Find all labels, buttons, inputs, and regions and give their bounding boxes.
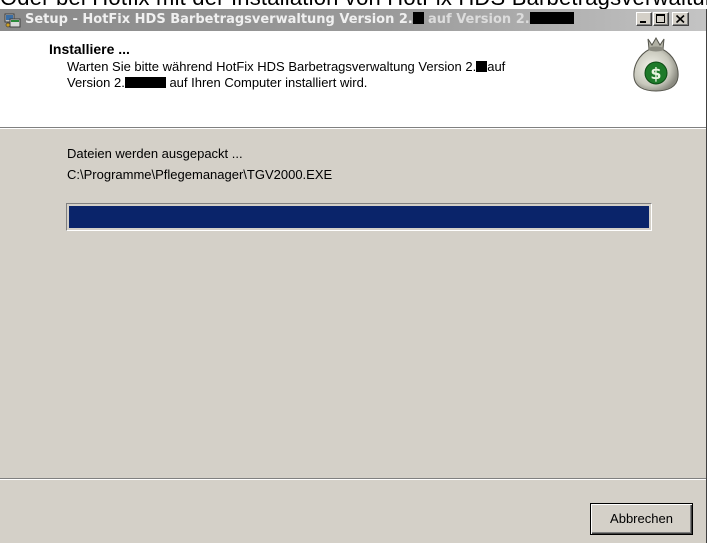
setup-app-icon <box>4 13 21 28</box>
wizard-header: Installiere ... Warten Sie bitte während… <box>0 31 706 127</box>
current-file-path: C:\Programme\Pflegemanager\TGV2000.EXE <box>67 167 333 182</box>
footer-divider-highlight <box>0 479 706 480</box>
maximize-icon <box>656 14 665 23</box>
background-text: Oder bei Hotfix mit der Installation von… <box>0 0 707 9</box>
background-text-strip: Oder bei Hotfix mit der Installation von… <box>0 0 707 9</box>
progress-bar <box>66 203 652 231</box>
cancel-button[interactable]: Abbrechen <box>590 503 693 535</box>
redaction-box <box>476 61 488 72</box>
page-description: Warten Sie bitte während HotFix HDS Barb… <box>67 59 506 90</box>
money-bag-icon: $ <box>633 36 679 92</box>
minimize-button[interactable] <box>636 12 652 26</box>
header-divider-highlight <box>0 128 706 129</box>
redaction-box <box>412 12 424 24</box>
setup-window: Setup - HotFix HDS Barbetragsverwaltung … <box>0 9 707 543</box>
close-icon <box>675 14 685 24</box>
progress-fill <box>69 206 649 228</box>
redaction-box <box>529 12 574 24</box>
title-bar[interactable]: Setup - HotFix HDS Barbetragsverwaltung … <box>0 9 706 31</box>
minimize-icon <box>640 21 646 23</box>
window-title: Setup - HotFix HDS Barbetragsverwaltung … <box>25 12 574 27</box>
svg-text:$: $ <box>650 64 661 83</box>
close-button[interactable] <box>672 12 689 26</box>
maximize-button[interactable] <box>653 12 669 26</box>
redaction-box <box>124 77 166 88</box>
page-title: Installiere ... <box>49 41 130 57</box>
status-text: Dateien werden ausgepackt ... <box>67 146 243 161</box>
